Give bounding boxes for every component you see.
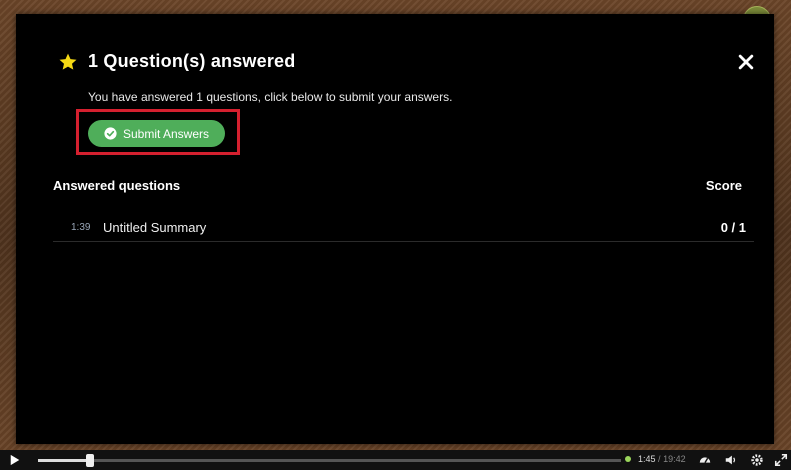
question-marker [625, 456, 631, 462]
answered-questions-heading: Answered questions [53, 178, 181, 193]
progress-bar[interactable] [38, 454, 621, 467]
close-icon[interactable] [736, 52, 756, 72]
star-icon [59, 53, 77, 70]
play-icon[interactable] [8, 454, 22, 466]
time-readout: 1:45 / 19:42 [638, 454, 686, 464]
answered-question-row[interactable]: 1:39 Untitled Summary 0 / 1 [53, 213, 754, 242]
volume-icon[interactable] [724, 453, 738, 467]
submit-answers-label: Submit Answers [122, 126, 210, 141]
question-time: 1:39 [71, 221, 91, 233]
question-title: Untitled Summary [103, 219, 207, 235]
fullscreen-icon[interactable] [774, 453, 788, 467]
progress-handle[interactable] [85, 454, 94, 467]
submit-answers-button[interactable]: Submit Answers [88, 120, 225, 147]
check-circle-icon [104, 127, 117, 140]
time-separator: / [658, 454, 661, 464]
score-heading: Score [705, 178, 742, 193]
speed-icon[interactable] [698, 453, 712, 467]
answers-overlay: 1 Question(s) answered You have answered… [16, 14, 774, 444]
modal-description: You have answered 1 questions, click bel… [88, 90, 453, 104]
progress-played [38, 459, 90, 462]
question-score: 0 / 1 [720, 219, 746, 235]
player-controls: 1:45 / 19:42 [0, 450, 791, 470]
modal-title: 1 Question(s) answered [88, 51, 296, 71]
total-time: 19:42 [663, 454, 686, 464]
current-time: 1:45 [638, 454, 656, 464]
answered-list-header: Answered questions Score [53, 178, 742, 193]
settings-icon[interactable] [750, 453, 764, 467]
